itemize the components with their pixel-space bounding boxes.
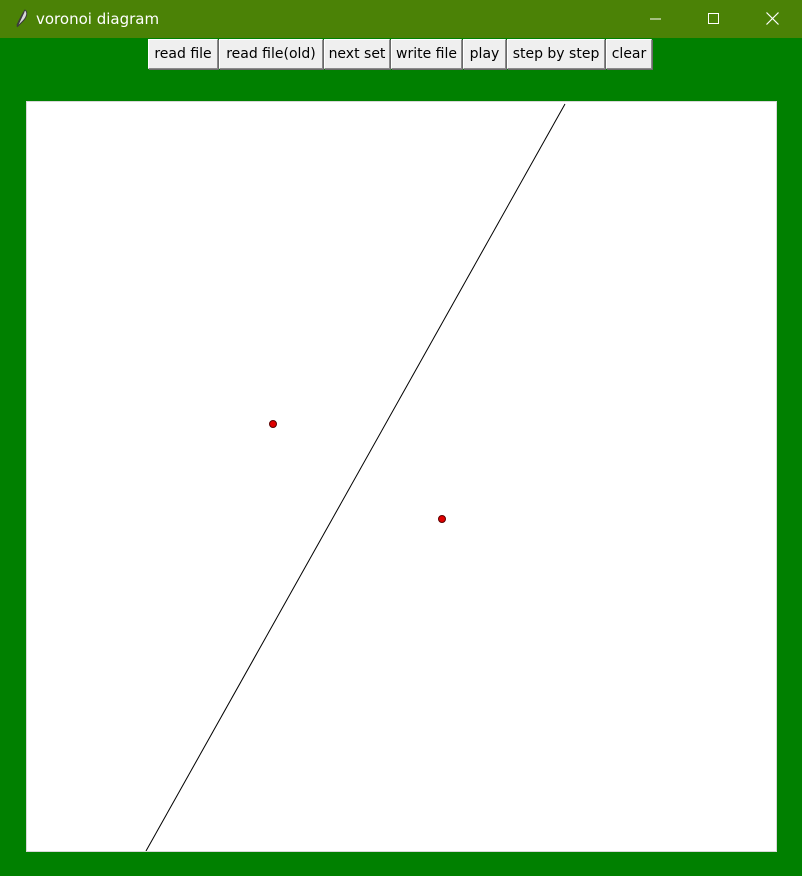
write-file-button[interactable]: write file [391,39,462,69]
read-file-button[interactable]: read file [148,39,218,69]
title-bar: voronoi diagram [0,0,802,38]
window-title: voronoi diagram [36,10,160,28]
maximize-icon [708,10,720,29]
site-point [438,515,446,523]
maximize-button[interactable] [685,0,743,38]
next-set-button[interactable]: next set [324,39,390,69]
voronoi-diagram [145,103,566,851]
feather-icon [12,9,30,29]
read-file-old-button[interactable]: read file(old) [219,39,323,69]
drawing-canvas[interactable] [26,101,777,852]
site-point [269,420,277,428]
minimize-icon [650,10,662,29]
clear-button[interactable]: clear [606,39,652,69]
toolbar: read file read file(old) next set write … [148,39,653,71]
step-by-step-button[interactable]: step by step [507,39,605,69]
voronoi-edge [145,103,566,851]
minimize-button[interactable] [627,0,685,38]
close-icon [765,10,779,29]
play-button[interactable]: play [463,39,506,69]
close-button[interactable] [743,0,801,38]
